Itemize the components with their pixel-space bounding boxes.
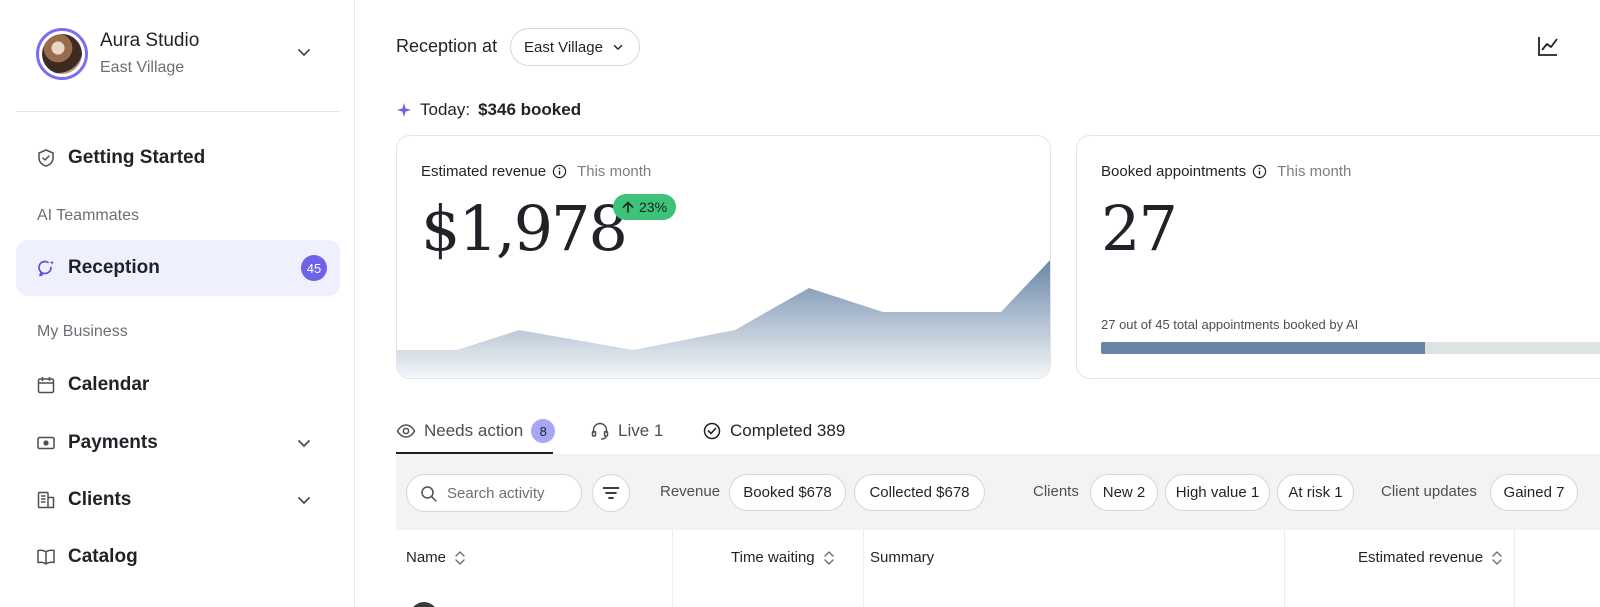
sidebar-item-getting-started[interactable]: Getting Started xyxy=(16,130,340,186)
location-select[interactable]: East Village xyxy=(510,28,640,66)
sidebar-item-label: Catalog xyxy=(68,546,138,567)
check-circle-icon xyxy=(703,422,721,440)
avatar xyxy=(410,602,438,607)
column-header-name[interactable]: Name xyxy=(406,549,466,566)
table-header: Name Time waiting Summary Estimated reve… xyxy=(396,530,1600,607)
book-open-icon xyxy=(37,549,55,565)
info-icon[interactable] xyxy=(1252,164,1267,179)
tab-label: Needs action xyxy=(424,421,524,440)
revenue-card[interactable]: Estimated revenue This month $1,978 23% xyxy=(396,135,1051,379)
search-icon xyxy=(421,486,437,502)
search-placeholder: Search activity xyxy=(447,484,545,502)
progress-fill xyxy=(1101,342,1425,354)
workspace-switcher[interactable]: Aura Studio East Village xyxy=(16,24,340,86)
today-summary: Today: $346 booked xyxy=(396,100,581,120)
card-period: This month xyxy=(1277,163,1352,180)
sparkle-icon xyxy=(397,103,411,117)
tab-needs-action[interactable]: Needs action 8 xyxy=(396,408,556,454)
tab-live[interactable]: Live 1 xyxy=(590,408,663,454)
filter-bar: Search activity Revenue Booked $678 Coll… xyxy=(396,454,1600,530)
today-amount: $346 booked xyxy=(478,100,582,119)
appointments-note: 27 out of 45 total appointments booked b… xyxy=(1101,317,1359,332)
section-label-ai: AI Teammates xyxy=(37,207,139,224)
location-select-value: East Village xyxy=(524,38,603,56)
page-title: Reception at xyxy=(396,36,498,56)
reception-count-badge: 45 xyxy=(301,255,327,281)
filter-button[interactable] xyxy=(592,474,630,512)
delta-value: 23% xyxy=(639,199,668,215)
today-label: Today: xyxy=(420,100,471,119)
main-content: Reception at East Village Today: $346 bo… xyxy=(356,0,1600,607)
tab-label: Live 1 xyxy=(618,421,664,440)
column-divider xyxy=(672,530,673,607)
chat-sparkle-icon xyxy=(38,260,55,277)
tab-label: Completed 389 xyxy=(730,421,846,440)
clients-icon xyxy=(37,491,55,509)
filter-icon xyxy=(602,487,620,499)
card-label: Booked appointments xyxy=(1101,163,1247,180)
activity-tabs: Needs action 8 Live 1 Completed 389 xyxy=(396,408,1600,454)
chip-booked[interactable]: Booked $678 xyxy=(729,474,846,511)
sidebar-item-label: Payments xyxy=(68,432,158,453)
workspace-name: Aura Studio xyxy=(100,30,200,51)
sidebar-item-label: Getting Started xyxy=(68,147,206,168)
column-divider xyxy=(1514,530,1515,607)
sort-icon xyxy=(455,550,465,565)
section-label-business: My Business xyxy=(37,323,128,340)
clients-group-label: Clients xyxy=(1033,483,1079,500)
sidebar: Aura Studio East Village Getting Started… xyxy=(0,0,355,607)
appointments-value: 27 xyxy=(1101,192,1178,265)
chevron-down-icon xyxy=(613,44,623,50)
line-chart-icon[interactable] xyxy=(1536,34,1560,58)
sidebar-item-calendar[interactable]: Calendar xyxy=(16,357,340,413)
sidebar-divider xyxy=(16,111,340,112)
chip-collected[interactable]: Collected $678 xyxy=(854,474,985,511)
tab-count-badge: 8 xyxy=(531,419,556,443)
tab-completed[interactable]: Completed 389 xyxy=(702,408,845,454)
revenue-area-chart xyxy=(397,260,1050,378)
column-header-summary[interactable]: Summary xyxy=(870,549,934,566)
column-divider xyxy=(1284,530,1285,607)
sidebar-item-label: Clients xyxy=(68,489,132,510)
sidebar-item-label: Reception xyxy=(68,257,160,278)
column-label: Summary xyxy=(870,549,935,566)
sidebar-item-reception[interactable]: Reception 45 xyxy=(16,240,340,296)
sidebar-item-catalog[interactable]: Catalog xyxy=(16,529,340,585)
column-header-estimated-revenue[interactable]: Estimated revenue xyxy=(1358,549,1503,566)
workspace-location: East Village xyxy=(100,59,185,76)
workspace-avatar xyxy=(36,28,88,80)
column-header-time-waiting[interactable]: Time waiting xyxy=(731,549,835,566)
shield-check-icon xyxy=(38,149,54,167)
sort-icon xyxy=(1492,550,1502,565)
info-icon[interactable] xyxy=(552,164,567,179)
client-updates-group-label: Client updates xyxy=(1381,483,1477,500)
appointments-card[interactable]: Booked appointments This month 27 27 out… xyxy=(1076,135,1600,379)
headset-icon xyxy=(591,422,609,440)
chevron-down-icon[interactable] xyxy=(294,490,314,510)
chip-gained[interactable]: Gained 7 xyxy=(1490,474,1578,511)
search-input[interactable]: Search activity xyxy=(406,474,582,512)
column-divider xyxy=(863,530,864,607)
sidebar-item-clients[interactable]: Clients xyxy=(16,472,340,528)
sidebar-item-label: Calendar xyxy=(68,374,150,395)
column-label: Time waiting xyxy=(731,549,815,566)
chip-at-risk[interactable]: At risk 1 xyxy=(1277,474,1354,511)
chevron-down-icon[interactable] xyxy=(294,433,314,453)
column-label: Estimated revenue xyxy=(1358,549,1484,566)
appointments-progress-bar xyxy=(1101,342,1600,354)
sidebar-item-payments[interactable]: Payments xyxy=(16,415,340,471)
column-label: Name xyxy=(406,549,447,566)
money-icon xyxy=(37,436,55,450)
arrow-up-icon xyxy=(622,201,634,213)
sort-icon xyxy=(823,550,834,565)
chip-high-value[interactable]: High value 1 xyxy=(1165,474,1270,511)
card-label: Estimated revenue xyxy=(421,163,547,180)
chevron-down-icon[interactable] xyxy=(294,42,314,62)
eye-icon xyxy=(396,424,416,438)
calendar-icon xyxy=(37,377,55,394)
revenue-delta-badge: 23% xyxy=(613,194,677,220)
revenue-group-label: Revenue xyxy=(660,483,721,500)
card-period: This month xyxy=(577,163,652,180)
chip-new[interactable]: New 2 xyxy=(1090,474,1158,511)
